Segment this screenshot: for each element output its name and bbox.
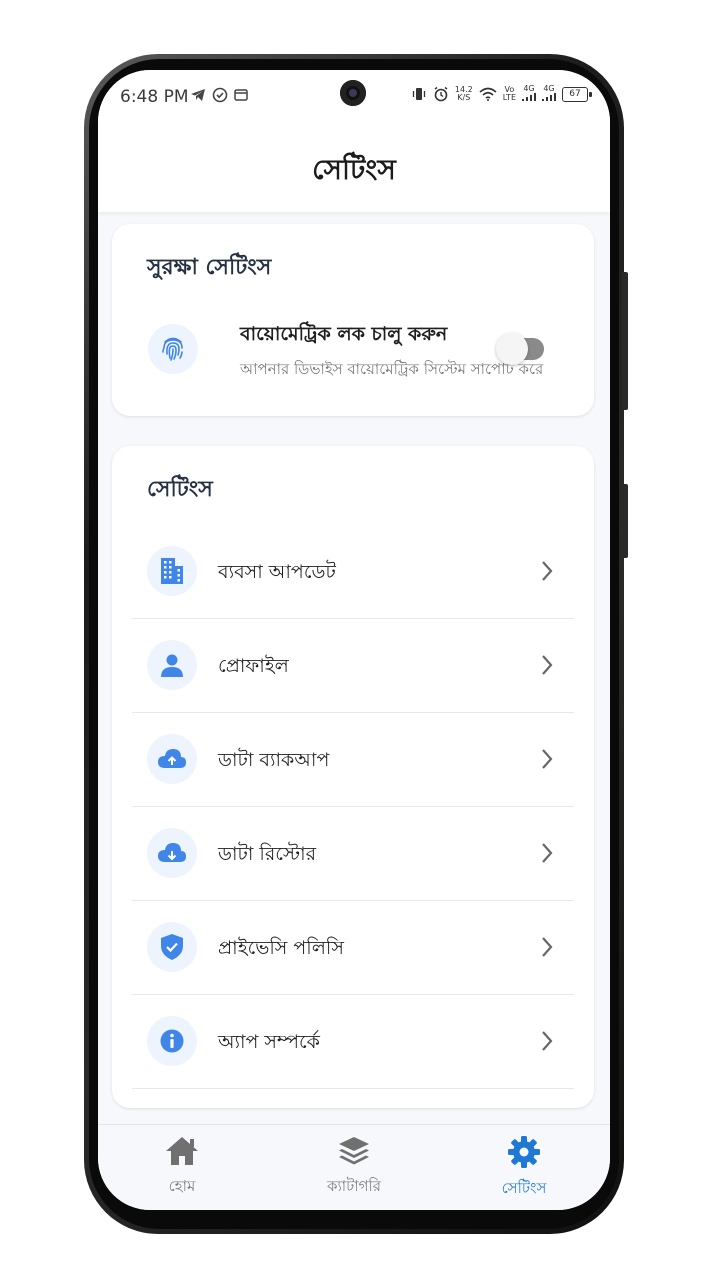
gear-icon [508,1136,540,1168]
chevron-right-icon [542,843,553,863]
building-icon [161,558,183,584]
vibrate-icon [412,88,426,100]
nav-settings[interactable]: সেটিংস [464,1135,584,1202]
menu-label: অ্যাপ সম্পর্কে [218,1031,320,1053]
security-settings-card: সুরক্ষা সেটিংস বায়োমেট্রিক লক চালু করুন… [112,224,594,416]
security-card-title: সুরক্ষা সেটিংস [147,255,272,280]
alarm-icon [434,86,448,102]
check-circle-icon [212,87,228,103]
layers-icon [339,1137,369,1165]
page-title: সেটিংস [312,153,396,186]
biometric-toggle[interactable] [496,333,544,365]
menu-label: প্রাইভেসি পলিসি [218,937,344,959]
volume-button [622,272,628,410]
front-camera [340,80,366,106]
menu-item-profile[interactable]: প্রোফাইল [132,618,574,713]
window-icon [234,89,248,101]
chevron-right-icon [542,937,553,957]
settings-card-title: সেটিংস [147,477,213,502]
screen: 6:48 PM 14.2 K/S Vo LTE 4G 4G 67 সেটিংস … [98,70,610,1210]
biometric-title: বায়োমেট্রিক লক চালু করুন [240,323,448,345]
fingerprint-icon [162,337,183,361]
biometric-subtitle: আপনার ডিভাইস বায়োমেট্রিক সিস্টেম সাপোর্… [240,360,544,378]
chevron-right-icon [542,655,553,675]
nav-home-label: হোম [168,1177,196,1195]
menu-item-data-restore[interactable]: ডাটা রিস্টোর [132,806,574,901]
network-type-2: 4G [543,84,555,93]
app-bar: সেটিংস [98,122,610,212]
menu-item-business-update[interactable]: ব্যবসা আপডেট [132,524,574,619]
nav-settings-label: সেটিংস [501,1179,547,1197]
menu-item-privacy-policy[interactable]: প্রাইভেসি পলিসি [132,900,574,995]
shield-check-icon [161,934,183,960]
nav-category-label: ক্যাটাগরি [326,1177,382,1195]
menu-label: প্রোফাইল [218,655,289,677]
battery-icon: 67 [562,86,592,102]
general-settings-card: সেটিংস ব্যবসা আপডেট প্রোফাইল ডাটা ব্যাকআ… [112,446,594,1108]
speed-unit: K/S [457,93,471,102]
menu-label: ডাটা রিস্টোর [218,843,317,865]
wifi-icon [479,87,497,101]
fingerprint-icon-wrap [148,324,198,374]
person-icon [161,654,183,677]
lte-label: LTE [502,93,516,102]
status-bar: 6:48 PM 14.2 K/S Vo LTE 4G 4G 67 [98,70,610,122]
toggle-knob [496,333,528,365]
signal-icon [522,93,536,101]
power-button [622,484,628,558]
chevron-right-icon [542,1031,553,1051]
home-icon [166,1137,198,1165]
menu-item-data-backup[interactable]: ডাটা ব্যাকআপ [132,712,574,807]
menu-label: ডাটা ব্যাকআপ [218,749,330,771]
menu-label: ব্যবসা আপডেট [218,561,336,583]
network-type-1: 4G [523,84,535,93]
cloud-download-icon [158,843,186,862]
menu-item-about-app[interactable]: অ্যাপ সম্পর্কে [132,994,574,1089]
telegram-icon [191,89,205,101]
chevron-right-icon [542,561,553,581]
bottom-navigation: হোম ক্যাটাগরি সেটিংস [98,1124,610,1210]
chevron-right-icon [542,749,553,769]
nav-home[interactable]: হোম [122,1135,242,1200]
signal-icon [542,93,556,101]
status-time: 6:48 PM [120,87,189,107]
nav-category[interactable]: ক্যাটাগরি [294,1135,414,1200]
info-icon [160,1029,184,1053]
cloud-upload-icon [158,749,186,768]
